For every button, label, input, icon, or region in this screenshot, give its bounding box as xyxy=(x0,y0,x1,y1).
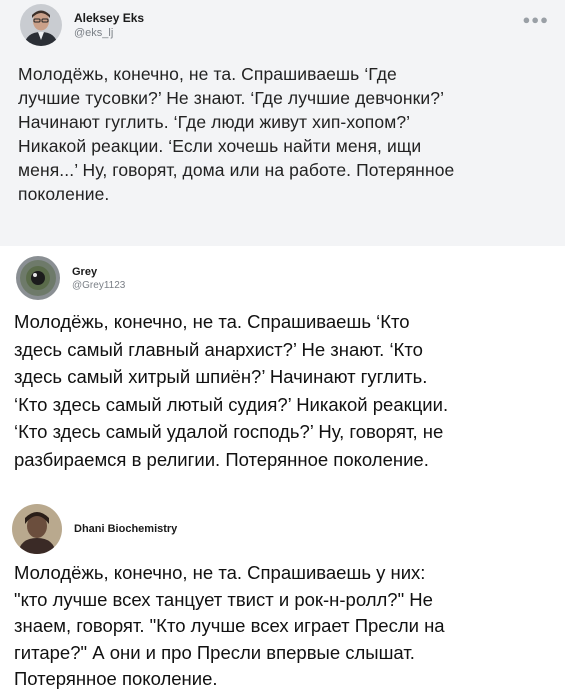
author-handle[interactable]: @eks_lj xyxy=(74,27,144,39)
author-handle[interactable]: @Grey1123 xyxy=(72,280,125,291)
tweet-text: Молодёжь, конечно, не та. Спрашиваешь у … xyxy=(14,562,445,689)
tweet-text: Молодёжь, конечно, не та. Спрашиваешь ‘К… xyxy=(14,311,449,470)
author-name[interactable]: Dhani Biochemistry xyxy=(74,523,177,535)
tweet-card: Grey @Grey1123 Молодёжь, конечно, не та.… xyxy=(0,246,565,492)
author-name[interactable]: Aleksey Eks xyxy=(74,11,144,25)
tweet-text: Молодёжь, конечно, не та. Спрашиваешь ‘Г… xyxy=(18,64,455,204)
tweet-author[interactable]: Grey @Grey1123 xyxy=(16,256,125,300)
avatar[interactable] xyxy=(20,4,62,46)
tweet-author[interactable]: Dhani Biochemistry xyxy=(12,504,177,554)
tweet-author[interactable]: Aleksey Eks @eks_lj xyxy=(20,4,144,46)
author-name[interactable]: Grey xyxy=(72,266,125,278)
tweet-card: Aleksey Eks @eks_lj ●●● Молодёжь, конечн… xyxy=(0,0,565,246)
avatar[interactable] xyxy=(16,256,60,300)
more-dots-icon[interactable]: ●●● xyxy=(522,12,549,27)
tweet-card: Dhani Biochemistry Молодёжь, конечно, не… xyxy=(0,492,565,700)
avatar[interactable] xyxy=(12,504,62,554)
